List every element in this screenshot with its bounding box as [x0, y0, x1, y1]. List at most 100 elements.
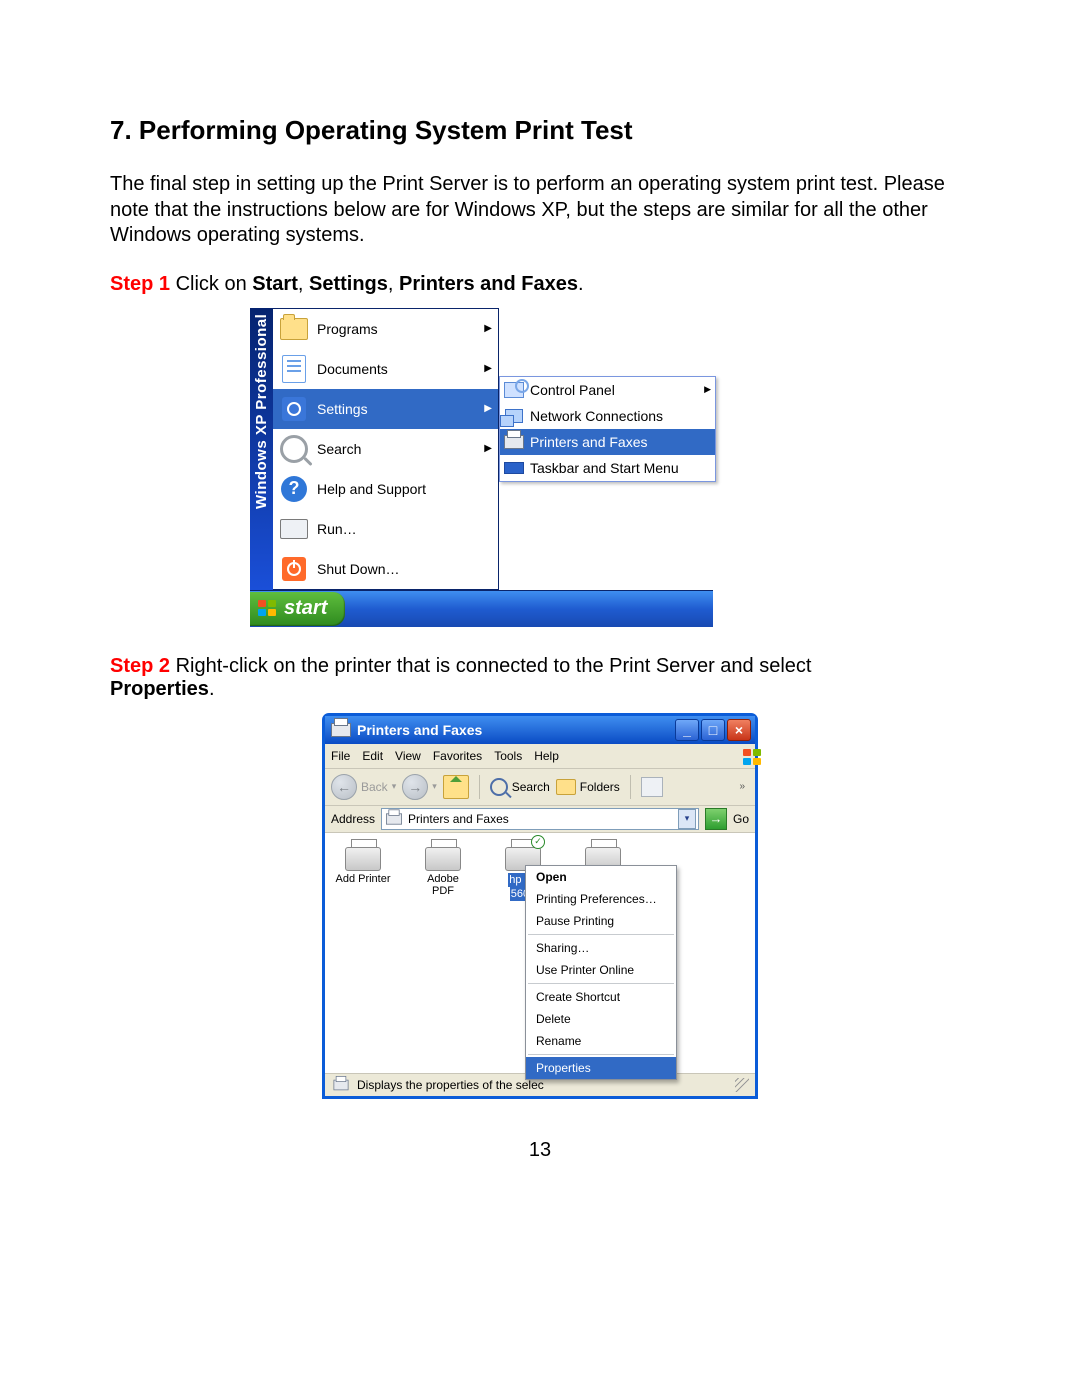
up-button[interactable]: [443, 775, 469, 799]
ctx-pause-printing[interactable]: Pause Printing: [526, 910, 676, 932]
search-icon: [490, 778, 508, 796]
printer-label: Add Printer: [335, 873, 391, 885]
printer-icon: [343, 839, 383, 871]
run-icon: [279, 514, 309, 544]
start-item-label: Help and Support: [317, 481, 426, 497]
start-item-settings[interactable]: Settings ▶: [273, 389, 498, 429]
folders-button[interactable]: Folders: [556, 779, 620, 795]
close-button[interactable]: ×: [727, 719, 751, 741]
submenu-control-panel[interactable]: Control Panel ▶: [500, 377, 715, 403]
printer-label: Adobe PDF: [415, 873, 471, 897]
start-item-search[interactable]: Search ▶: [273, 429, 498, 469]
submenu-network-connections[interactable]: Network Connections: [500, 403, 715, 429]
status-text: Displays the properties of the selec: [357, 1078, 544, 1092]
submenu-arrow-icon: ▶: [484, 363, 492, 374]
start-item-label: Documents: [317, 361, 388, 377]
taskbar-icon: [504, 458, 524, 478]
network-icon: [504, 406, 524, 426]
taskbar: start: [250, 590, 713, 627]
menu-edit[interactable]: Edit: [362, 749, 383, 763]
printer-icon: [334, 1080, 349, 1091]
forward-arrow-icon: →: [402, 774, 428, 800]
back-arrow-icon: ←: [331, 774, 357, 800]
explorer-window: Printers and Faxes _ □ × File Edit View …: [322, 713, 758, 1099]
start-menu-brand-stripe: Windows XP Professional: [250, 308, 273, 590]
maximize-button[interactable]: □: [701, 719, 725, 741]
ctx-divider: [528, 983, 674, 984]
menu-view[interactable]: View: [395, 749, 421, 763]
ctx-properties[interactable]: Properties: [526, 1057, 676, 1079]
minimize-button[interactable]: _: [675, 719, 699, 741]
submenu-label: Control Panel: [530, 382, 615, 398]
menu-help[interactable]: Help: [534, 749, 559, 763]
toolbar-separator: [630, 775, 631, 799]
toolbar-separator: [479, 775, 480, 799]
ctx-printing-preferences[interactable]: Printing Preferences…: [526, 888, 676, 910]
toolbar: ←Back ▾ →▾ Search Folders »: [325, 769, 755, 806]
start-item-label: Settings: [317, 401, 368, 417]
start-item-label: Shut Down…: [317, 561, 399, 577]
resize-grip-icon[interactable]: [735, 1078, 749, 1092]
folders-icon: [556, 779, 576, 795]
help-icon: ?: [279, 474, 309, 504]
submenu-label: Printers and Faxes: [530, 434, 648, 450]
page-number: 13: [110, 1139, 970, 1162]
address-dropdown-button[interactable]: ▾: [678, 809, 696, 829]
menu-bar: File Edit View Favorites Tools Help: [325, 744, 755, 769]
views-icon: [641, 777, 663, 797]
printer-add-printer[interactable]: Add Printer: [335, 839, 391, 901]
submenu-label: Network Connections: [530, 408, 663, 424]
toolbar-overflow-icon[interactable]: »: [739, 781, 749, 792]
windows-flag-icon: [743, 749, 749, 763]
menu-file[interactable]: File: [331, 749, 350, 763]
start-item-label: Programs: [317, 321, 378, 337]
start-button[interactable]: start: [250, 592, 345, 626]
go-label: Go: [733, 812, 749, 826]
start-item-shutdown[interactable]: Shut Down…: [273, 549, 498, 589]
start-item-help[interactable]: ? Help and Support: [273, 469, 498, 509]
submenu-arrow-icon: ▶: [704, 384, 711, 395]
go-button[interactable]: →: [705, 808, 727, 830]
ctx-delete[interactable]: Delete: [526, 1008, 676, 1030]
start-button-label: start: [284, 597, 327, 620]
submenu-label: Taskbar and Start Menu: [530, 460, 679, 476]
start-item-label: Search: [317, 441, 361, 457]
ctx-rename[interactable]: Rename: [526, 1030, 676, 1052]
address-value: Printers and Faxes: [408, 812, 509, 826]
titlebar[interactable]: Printers and Faxes _ □ ×: [325, 716, 755, 744]
views-button[interactable]: [641, 777, 663, 797]
submenu-printers-faxes[interactable]: Printers and Faxes: [500, 429, 715, 455]
step-1-label: Step 1: [110, 273, 170, 295]
step-1: Step 1 Click on Start, Settings, Printer…: [110, 273, 970, 296]
search-icon: [279, 434, 309, 464]
submenu-arrow-icon: ▶: [484, 403, 492, 414]
ctx-sharing[interactable]: Sharing…: [526, 937, 676, 959]
submenu-arrow-icon: ▶: [484, 443, 492, 454]
start-item-label: Run…: [317, 521, 357, 537]
ctx-open[interactable]: Open: [526, 866, 676, 888]
ctx-divider: [528, 934, 674, 935]
submenu-taskbar[interactable]: Taskbar and Start Menu: [500, 455, 715, 481]
context-menu: Open Printing Preferences… Pause Printin…: [525, 865, 677, 1080]
ctx-use-online[interactable]: Use Printer Online: [526, 959, 676, 981]
start-item-programs[interactable]: Programs ▶: [273, 309, 498, 349]
printer-icon: [504, 432, 524, 452]
ctx-create-shortcut[interactable]: Create Shortcut: [526, 986, 676, 1008]
explorer-content[interactable]: Add Printer Adobe PDF ✓ hp de 5600: [325, 833, 755, 1073]
menu-tools[interactable]: Tools: [494, 749, 522, 763]
start-item-documents[interactable]: Documents ▶: [273, 349, 498, 389]
power-icon: [279, 554, 309, 584]
start-menu: Windows XP Professional Programs ▶ Docum…: [250, 308, 970, 590]
forward-button[interactable]: →▾: [402, 774, 437, 800]
printer-adobe-pdf[interactable]: Adobe PDF: [415, 839, 471, 901]
default-check-icon: ✓: [531, 835, 545, 849]
search-button[interactable]: Search: [490, 778, 550, 796]
submenu-arrow-icon: ▶: [484, 323, 492, 334]
back-button[interactable]: ←Back ▾: [331, 774, 396, 800]
documents-icon: [279, 354, 309, 384]
menu-favorites[interactable]: Favorites: [433, 749, 482, 763]
start-item-run[interactable]: Run…: [273, 509, 498, 549]
window-title: Printers and Faxes: [357, 722, 482, 738]
address-field[interactable]: Printers and Faxes ▾: [381, 808, 699, 830]
folder-up-icon: [443, 775, 469, 799]
